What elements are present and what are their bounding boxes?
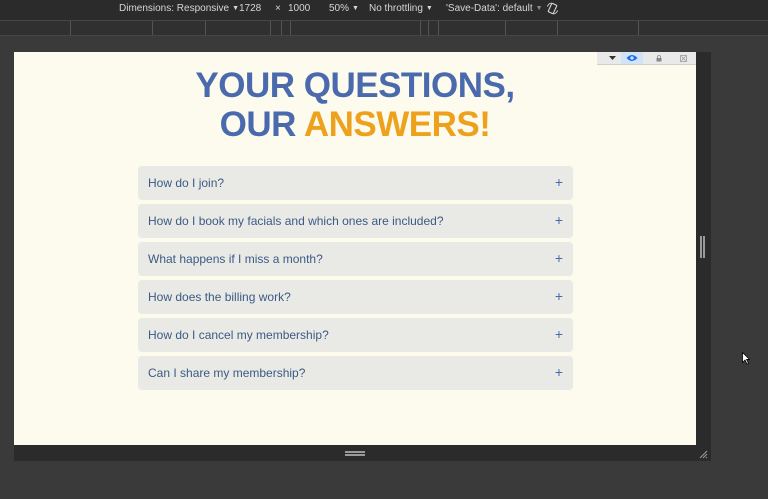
times-icon: × (275, 3, 281, 14)
faq-question: How do I join? (148, 176, 225, 190)
headline-answers: ANSWERS! (303, 105, 491, 144)
faq-item[interactable]: What happens if I miss a month? + (138, 242, 573, 276)
faq-item[interactable]: Can I share my membership? + (138, 356, 573, 390)
rotate-device-icon[interactable] (546, 2, 559, 15)
dimensions-dropdown[interactable]: Dimensions: Responsive ▼ (119, 3, 239, 14)
faq-headline-line1: YOUR QUESTIONS, (195, 66, 515, 105)
lock-icon[interactable] (651, 52, 667, 64)
faq-question: Can I share my membership? (148, 366, 306, 380)
caret-down-icon[interactable] (605, 52, 619, 64)
throttling-label: No throttling (369, 3, 423, 14)
plus-icon[interactable]: + (555, 289, 563, 303)
width-resize-handle[interactable] (700, 236, 706, 260)
dimensions-label: Dimensions: Responsive (119, 3, 230, 14)
corner-resize-icon[interactable] (698, 449, 708, 459)
save-data-dropdown[interactable]: 'Save-Data': default ▼ (446, 3, 543, 14)
throttling-dropdown[interactable]: No throttling ▼ (369, 3, 433, 14)
faq-headline-line2: OUR ANSWERS! (14, 106, 696, 144)
chevron-down-icon: ▼ (352, 5, 359, 12)
plus-icon[interactable]: + (555, 365, 563, 379)
height-resize-handle[interactable] (345, 451, 365, 456)
headline-our: OUR (219, 105, 304, 144)
save-data-label: 'Save-Data': default (446, 3, 533, 14)
plus-icon[interactable]: + (555, 175, 563, 189)
close-overlay-icon[interactable] (675, 52, 691, 64)
chevron-down-icon: ▼ (425, 5, 433, 12)
zoom-label: 50% (329, 3, 350, 14)
faq-question: How do I book my facials and which ones … (148, 214, 444, 228)
chevron-down-icon: ▼ (232, 5, 239, 12)
plus-icon[interactable]: + (555, 213, 563, 227)
height-input[interactable]: 1000 (288, 3, 310, 14)
device-toolbar: Dimensions: Responsive ▼ 1728 × 1000 50% ▼… (0, 0, 768, 20)
faq-question: What happens if I miss a month? (148, 252, 323, 266)
faq-item[interactable]: How do I join? + (138, 166, 573, 200)
faq-question: How does the billing work? (148, 290, 291, 304)
mouse-cursor-icon (742, 352, 750, 365)
zoom-dropdown[interactable]: 50% ▼ (329, 3, 359, 14)
media-query-ruler[interactable] (0, 20, 768, 36)
plus-icon[interactable]: + (555, 327, 563, 341)
faq-item[interactable]: How do I cancel my membership? + (138, 318, 573, 352)
faq-item[interactable]: How do I book my facials and which ones … (138, 204, 573, 238)
eye-icon[interactable] (621, 52, 643, 64)
chevron-down-icon: ▼ (535, 5, 543, 12)
plus-icon[interactable]: + (555, 251, 563, 265)
faq-list: How do I join? + How do I book my facial… (138, 166, 573, 394)
width-input[interactable]: 1728 (239, 3, 261, 14)
overlay-controls (597, 52, 696, 65)
emulated-viewport: YOUR QUESTIONS, OUR ANSWERS! How do I jo… (14, 52, 696, 445)
faq-item[interactable]: How does the billing work? + (138, 280, 573, 314)
faq-question: How do I cancel my membership? (148, 328, 329, 342)
